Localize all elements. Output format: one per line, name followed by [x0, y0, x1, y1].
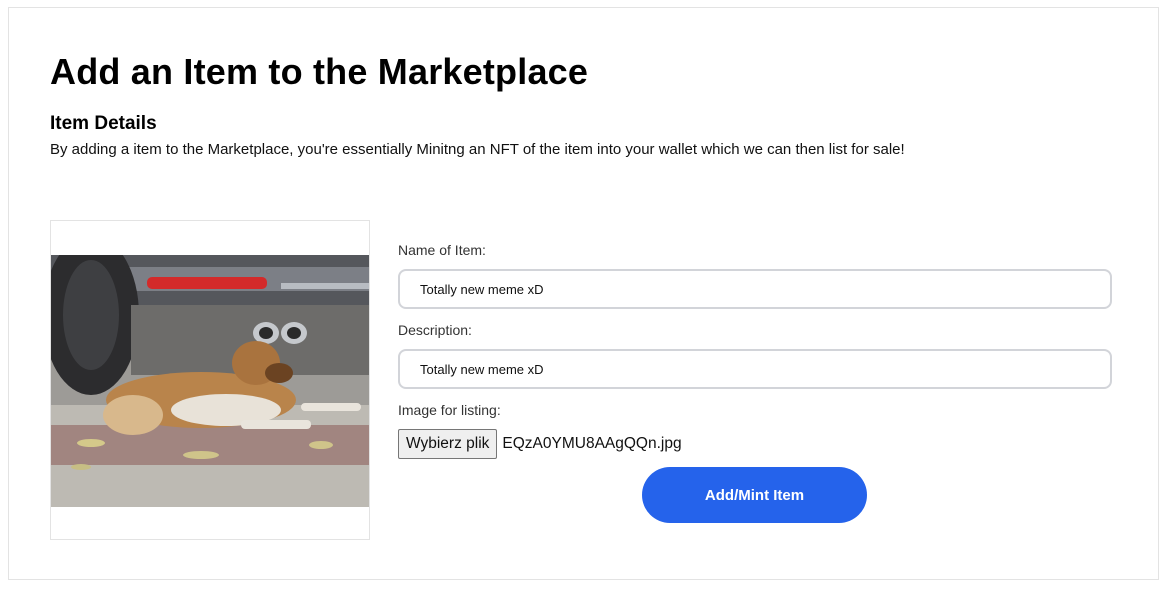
name-input[interactable]	[398, 269, 1112, 309]
image-preview	[50, 220, 370, 540]
image-label: Image for listing:	[398, 402, 501, 418]
description-label: Description:	[398, 322, 472, 338]
add-mint-item-button[interactable]: Add/Mint Item	[642, 467, 867, 523]
file-picker: Wybierz plik EQzA0YMU8AAgQQn.jpg	[398, 429, 682, 459]
selected-file-name: EQzA0YMU8AAgQQn.jpg	[502, 435, 682, 452]
page-title: Add an Item to the Marketplace	[50, 51, 589, 92]
preview-photo	[51, 255, 369, 507]
choose-file-button[interactable]: Wybierz plik	[398, 429, 498, 459]
item-details-heading: Item Details	[50, 113, 157, 134]
description-input[interactable]	[398, 349, 1112, 389]
add-item-panel: Add an Item to the Marketplace Item Deta…	[8, 7, 1159, 580]
item-details-description: By adding a item to the Marketplace, you…	[50, 141, 905, 158]
name-label: Name of Item:	[398, 242, 486, 258]
